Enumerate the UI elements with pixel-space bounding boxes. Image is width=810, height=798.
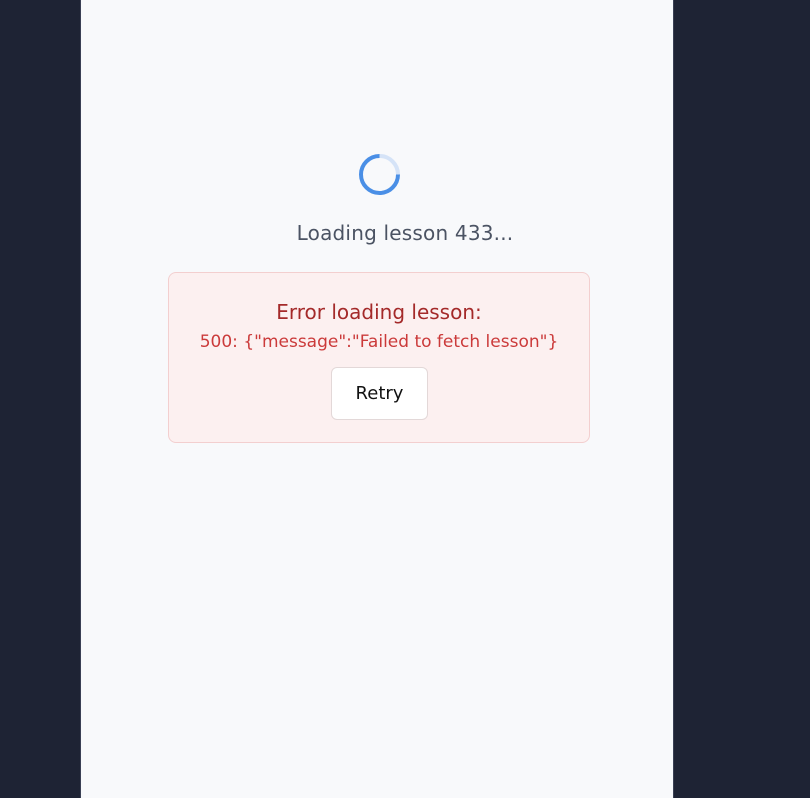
error-panel: Error loading lesson: 500: {"message":"F… bbox=[168, 272, 590, 443]
error-title: Error loading lesson: bbox=[276, 300, 482, 324]
loading-status-text: Loading lesson 433... bbox=[296, 221, 514, 245]
loading-spinner-icon bbox=[359, 154, 400, 195]
error-message: 500: {"message":"Failed to fetch lesson"… bbox=[199, 332, 559, 352]
retry-button[interactable]: Retry bbox=[331, 367, 428, 420]
